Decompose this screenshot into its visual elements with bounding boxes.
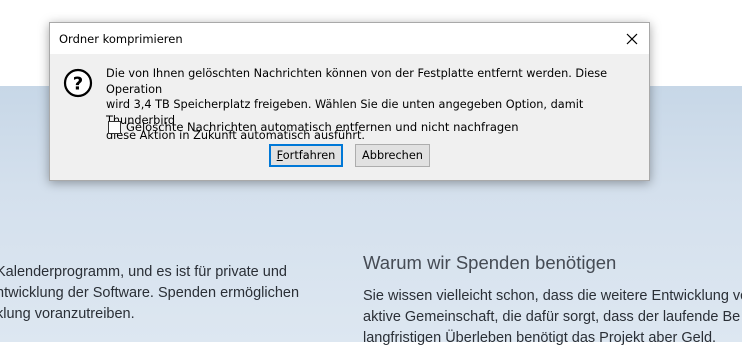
background-left-line: klung voranzutreiben.: [0, 306, 135, 322]
continue-button-label: Fortfahren: [276, 149, 336, 162]
continue-button[interactable]: Fortfahren: [269, 144, 343, 167]
background-right-line: Sie wissen vielleicht schon, dass die we…: [363, 288, 742, 304]
svg-text:?: ?: [73, 74, 83, 95]
close-icon: [626, 33, 638, 44]
auto-delete-checkbox-label[interactable]: Gelöschte Nachrichten automatisch entfer…: [126, 120, 519, 134]
background-right-column: Sie wissen vielleicht schon, dass die we…: [363, 286, 742, 349]
background-right-line: langfristigen Überleben benötigt das Pro…: [363, 330, 717, 346]
background-right-line: aktive Gemeinschaft, die dafür sorgt, da…: [363, 309, 741, 325]
dialog-body: ? Die von Ihnen gelöschten Nachrichten k…: [50, 54, 649, 181]
dialog-titlebar: Ordner komprimieren: [50, 23, 649, 54]
question-icon: ?: [63, 68, 93, 98]
compress-folder-dialog: Ordner komprimieren ? Die von Ihnen gelö…: [49, 22, 650, 181]
auto-delete-option[interactable]: Gelöschte Nachrichten automatisch entfer…: [108, 120, 519, 134]
background-right-heading: Warum wir Spenden benötigen: [363, 252, 617, 273]
background-left-column: Kalenderprogramm, und es ist für private…: [0, 262, 299, 325]
close-button[interactable]: [615, 23, 649, 54]
auto-delete-checkbox[interactable]: [108, 120, 121, 134]
cancel-button-label: Abbrechen: [362, 149, 423, 162]
cancel-button[interactable]: Abbrechen: [355, 144, 430, 167]
background-left-line: Kalenderprogramm, und es ist für private…: [0, 264, 287, 280]
dialog-title: Ordner komprimieren: [59, 32, 183, 46]
background-left-line: ntwicklung der Software. Spenden ermögli…: [0, 285, 300, 301]
message-line: Die von Ihnen gelöschten Nachrichten kön…: [106, 67, 608, 96]
